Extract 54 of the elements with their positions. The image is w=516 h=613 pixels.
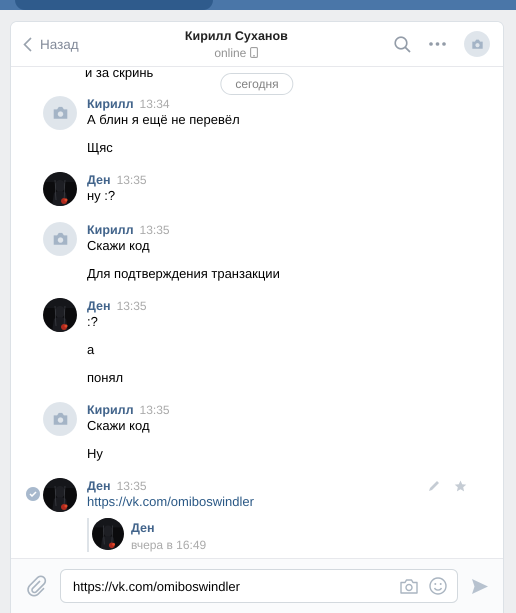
message-text: Скажи код [87,418,151,434]
send-button[interactable] [471,578,489,594]
message-text: Для подтверждения транзакции [87,266,281,282]
message-time: 13:35 [140,402,170,418]
more-button[interactable] [429,42,446,46]
message-time: 13:35 [116,172,147,188]
message-time: 13:35 [116,298,147,314]
camera-icon [52,412,68,426]
contact-avatar[interactable] [464,31,490,57]
check-icon[interactable] [26,487,40,501]
message-text: Ну [87,446,104,462]
sender-name[interactable]: Ден [87,478,111,494]
message-time: 13:34 [140,96,170,112]
edit-button[interactable] [428,480,440,492]
sender-name[interactable]: Ден [131,521,206,535]
message-text: а [87,342,96,358]
camera-icon[interactable] [399,578,419,594]
pencil-icon [428,480,440,492]
chat-title: Кирилл Суханов [184,28,288,42]
sender-name[interactable]: Кирилл [87,402,134,418]
date-divider: сегодня [220,73,294,95]
sender-name[interactable]: Ден [87,172,111,188]
chevron-left-icon [23,36,32,52]
sender-name[interactable]: Кирилл [87,222,134,238]
paperclip-icon [27,575,47,597]
message-text: А блин я ещё не перевёл [87,112,241,128]
message-time: 13:35 [116,478,147,494]
search-button[interactable] [394,36,411,52]
attach-button[interactable] [27,575,47,597]
star-icon [454,480,467,492]
message-text: Скажи код [87,238,151,254]
camera-icon [52,232,68,246]
more-icon [429,42,446,46]
message-text: Щяс [87,140,114,156]
message-time: вчера в 16:49 [131,538,206,552]
camera-icon [470,38,484,50]
send-icon [471,578,489,594]
phone-icon [250,47,258,58]
message-link[interactable]: https://vk.com/omiboswindler [87,494,254,510]
favorite-button[interactable] [454,480,467,492]
search-icon [394,36,411,52]
message-text: понял [87,370,124,386]
message-input[interactable]: https://vk.com/omiboswindler [60,569,458,603]
message-input-text[interactable]: https://vk.com/omiboswindler [73,578,389,594]
message-text: ну :? [87,188,116,204]
message-text: :? [87,314,99,330]
message-text: и за скринь [85,67,154,80]
message-time: 13:35 [140,222,170,238]
camera-icon [52,106,68,120]
online-status: online [214,46,246,60]
sender-name[interactable]: Ден [87,298,111,314]
back-button[interactable]: Назад [23,36,79,52]
sender-name[interactable]: Кирилл [87,96,134,112]
smile-icon[interactable] [429,577,447,595]
